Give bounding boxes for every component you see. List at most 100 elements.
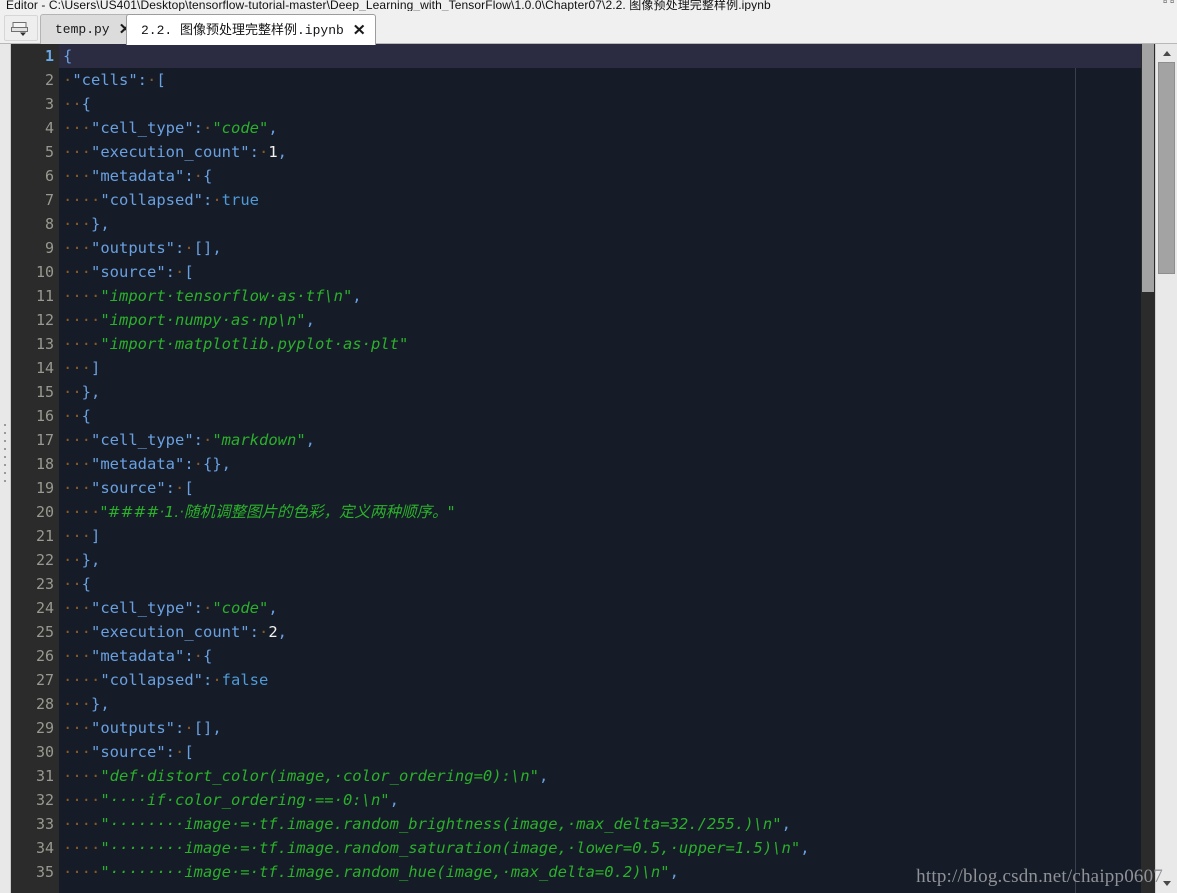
code-line[interactable]: ···] (59, 524, 1155, 548)
line-number: 7 (44, 191, 54, 209)
line-number: 14 (35, 359, 54, 377)
token-punct: , (352, 287, 362, 305)
token-ws: ·· (63, 575, 82, 593)
close-icon[interactable]: ✕ (353, 23, 366, 38)
token-punct: : (193, 431, 203, 449)
line-number: 25 (35, 623, 54, 641)
editor-window: Editor - C:\Users\US401\Desktop\tensorfl… (0, 0, 1177, 893)
line-number: 5 (44, 143, 54, 161)
token-ws: · (203, 119, 213, 137)
code-line[interactable]: ····"····if·color_ordering·==·0:\n", (59, 788, 1155, 812)
code-line[interactable]: ···"cell_type":·"code", (59, 116, 1155, 140)
editor-scroll-thumb[interactable] (1142, 44, 1154, 292)
code-line[interactable]: ···"source":·[ (59, 260, 1155, 284)
line-number: 12 (35, 311, 54, 329)
code-line[interactable]: ···"metadata":·{}, (59, 452, 1155, 476)
token-ws: ··· (63, 119, 91, 137)
token-punct: ] (91, 359, 101, 377)
token-punct: : (165, 263, 175, 281)
token-punct: }, (81, 383, 101, 401)
code-line[interactable]: ··}, (59, 548, 1155, 572)
code-text-area[interactable]: {·"cells":·[··{···"cell_type":·"code", ··… (59, 44, 1155, 893)
code-line[interactable]: ····"def·distort_color(image,·color_orde… (59, 764, 1155, 788)
token-punct: : (184, 647, 194, 665)
token-punct: , (268, 599, 278, 617)
code-line[interactable]: ··{ (59, 92, 1155, 116)
line-number: 20 (35, 503, 54, 521)
code-line[interactable]: ···}, (59, 692, 1155, 716)
token-ws: ··· (63, 167, 91, 185)
editor-scroll-column[interactable] (1141, 44, 1155, 893)
token-punct: : (165, 479, 175, 497)
token-ws: ··· (63, 599, 91, 617)
scroll-up-arrow-icon[interactable] (1158, 45, 1175, 62)
token-punct: { (81, 95, 92, 113)
code-line[interactable]: ···] (59, 356, 1155, 380)
token-punct: : (193, 119, 203, 137)
code-line[interactable]: ·"cells":·[ (59, 68, 1155, 92)
token-key: "metadata" (91, 647, 185, 665)
code-line[interactable]: ···"outputs":·[], (59, 716, 1155, 740)
window-controls[interactable]: ▫ ▫ (1163, 0, 1174, 8)
window-title: Editor - C:\Users\US401\Desktop\tensorfl… (6, 0, 771, 11)
code-line[interactable]: ····"········image·=·tf.image.random_bri… (59, 812, 1155, 836)
token-ws: ·· (63, 551, 82, 569)
token-punct: ] (91, 527, 101, 545)
token-ws: · (175, 743, 185, 761)
token-ws: ··· (63, 431, 91, 449)
code-line[interactable]: ···}, (59, 212, 1155, 236)
token-str: "········image·=·tf.image.random_brightn… (100, 815, 782, 833)
code-line[interactable]: ····"import·tensorflow·as·tf\n", (59, 284, 1155, 308)
token-punct: , (277, 623, 288, 641)
code-line[interactable]: ···"cell_type":·"code", (59, 596, 1155, 620)
tab-image-preprocessing-ipynb[interactable]: 2.2. 图像预处理完整样例.ipynb ✕ (126, 14, 377, 45)
code-line[interactable]: ····"import·matplotlib.pyplot·as·plt" (59, 332, 1155, 356)
code-line[interactable]: ···"metadata":·{ (59, 164, 1155, 188)
token-ws: ···· (63, 791, 101, 809)
token-ws: · (258, 143, 269, 161)
line-number: 30 (35, 743, 54, 761)
code-line[interactable]: { (59, 44, 1155, 68)
token-str: "import·numpy·as·np\n" (100, 311, 306, 329)
token-ws: ··· (63, 359, 91, 377)
token-num: 2 (268, 623, 278, 641)
token-ws: ··· (63, 143, 91, 161)
token-punct: : (193, 599, 203, 617)
editor-area: 1 2 3 4 5 6 7 8 9 10 11 12 13 14 15 16 17 18 19 20 21 22 23 24 2… (0, 44, 1177, 893)
code-line[interactable]: ····"collapsed":·false (59, 668, 1155, 692)
code-line[interactable]: ··{ (59, 404, 1155, 428)
code-line[interactable]: ····"import·numpy·as·np\n", (59, 308, 1155, 332)
code-line[interactable]: ···"outputs":·[], (59, 236, 1155, 260)
scroll-down-arrow-icon[interactable] (1158, 875, 1175, 892)
vertical-scrollbar-thumb[interactable] (1158, 62, 1175, 274)
token-ws: ···· (63, 503, 101, 521)
token-ws: ···· (63, 767, 101, 785)
token-punct: : (249, 143, 259, 161)
token-ws: ·· (63, 383, 82, 401)
code-line[interactable]: ···"cell_type":·"markdown", (59, 428, 1155, 452)
token-ws: ···· (63, 815, 101, 833)
tab-label: temp.py (55, 22, 110, 37)
code-line[interactable]: ····"········image·=·tf.image.random_hue… (59, 860, 1155, 884)
tab-stack-icon[interactable] (4, 15, 38, 41)
code-line[interactable]: ···"execution_count":·1, (59, 140, 1155, 164)
token-punct: , (277, 143, 288, 161)
code-line[interactable]: ····"####·1.·随机调整图片的色彩，定义两种顺序。" (59, 500, 1155, 524)
line-number: 13 (35, 335, 54, 353)
code-line[interactable]: ···"execution_count":·2, (59, 620, 1155, 644)
line-number-gutter[interactable]: 1 2 3 4 5 6 7 8 9 10 11 12 13 14 15 16 17 18 19 20 21 22 23 24 2… (11, 44, 59, 893)
token-ws: · (175, 479, 185, 497)
editor-splitter-handle[interactable] (0, 44, 11, 893)
line-number: 17 (35, 431, 54, 449)
token-key: "cell_type" (91, 431, 194, 449)
line-number: 3 (44, 95, 54, 113)
code-line[interactable]: ··{ (59, 572, 1155, 596)
code-line[interactable]: ····"········image·=·tf.image.random_sat… (59, 836, 1155, 860)
code-line[interactable]: ···"metadata":·{ (59, 644, 1155, 668)
vertical-scrollbar[interactable] (1155, 44, 1177, 893)
token-str: "def·distort_color(image,·color_ordering… (100, 767, 539, 785)
code-line[interactable]: ··}, (59, 380, 1155, 404)
code-line[interactable]: ···"source":·[ (59, 476, 1155, 500)
code-line[interactable]: ···"source":·[ (59, 740, 1155, 764)
code-line[interactable]: ····"collapsed":·true (59, 188, 1155, 212)
